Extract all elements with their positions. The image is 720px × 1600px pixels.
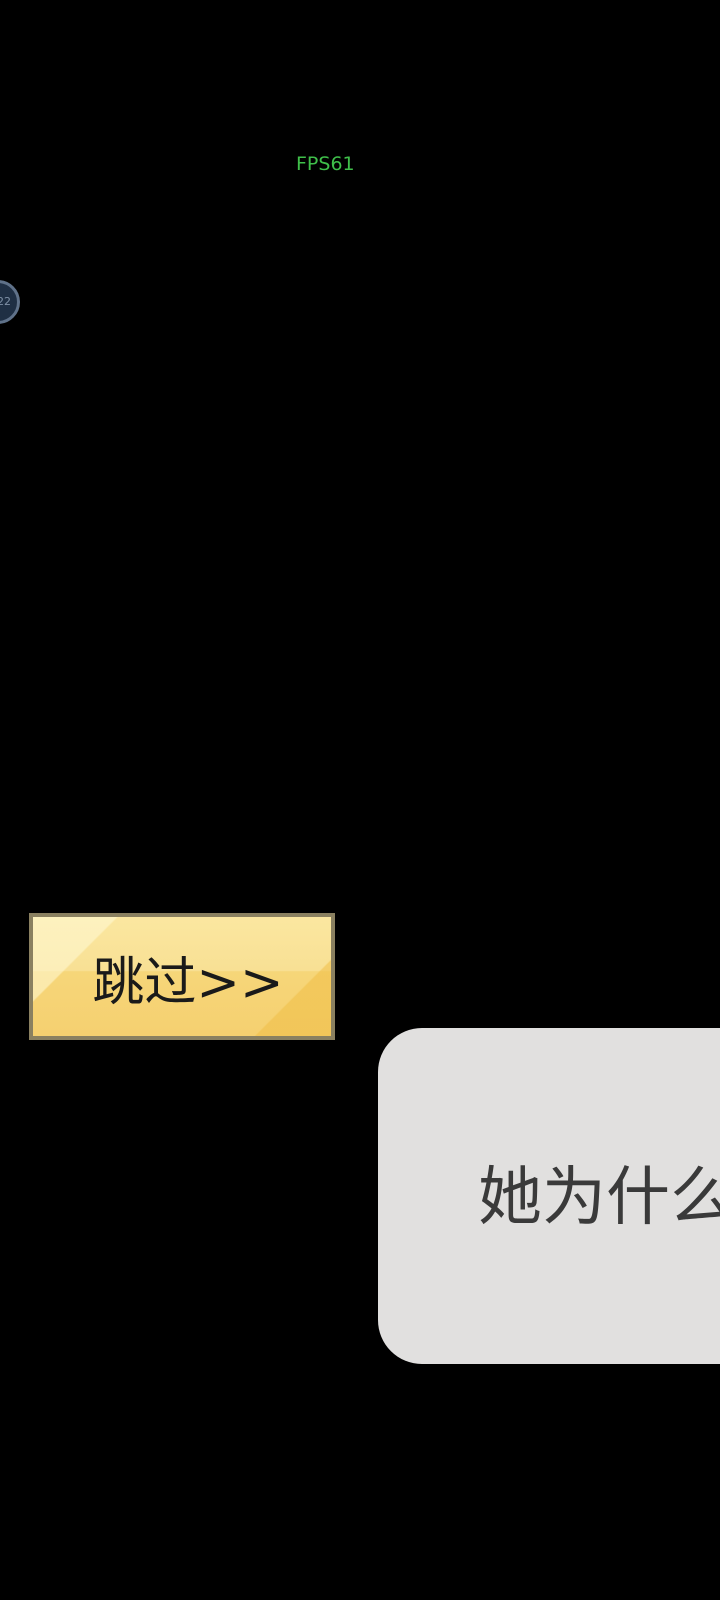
game-screen[interactable]: FPS61 22 跳过>> 她为什么 (0, 0, 720, 1600)
fps-counter: FPS61 (296, 153, 355, 175)
dialog-text: 她为什么 (478, 1161, 720, 1235)
floating-assistant-ball[interactable]: 22 (0, 280, 20, 324)
skip-button-label: 跳过>> (92, 953, 284, 1013)
skip-button[interactable]: 跳过>> (29, 913, 335, 1040)
dialog-box[interactable]: 她为什么 (378, 1028, 720, 1364)
